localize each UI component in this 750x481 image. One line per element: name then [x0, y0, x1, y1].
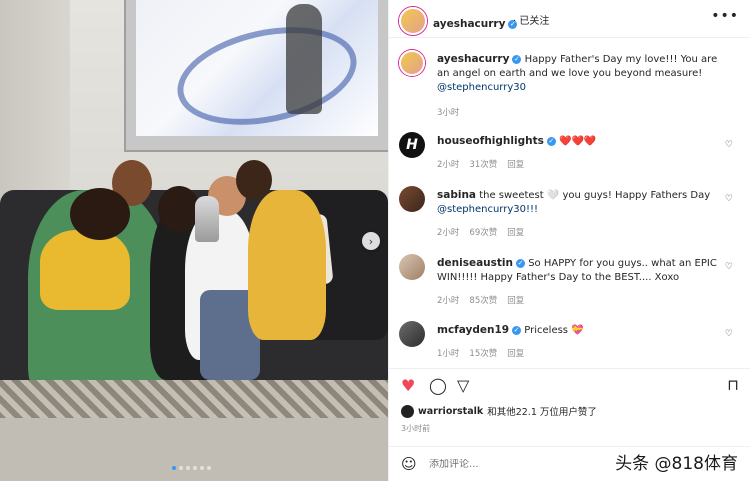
comment-item: mcfayden19 ✓ Priceless 💝 1小时 15次赞 回复 ♡ [399, 321, 743, 361]
action-bar: ♥ ◯ ▽ ⊓ [389, 368, 750, 398]
avatar [401, 404, 414, 418]
carousel-dot [207, 466, 211, 470]
comment-username[interactable]: houseofhighlights [437, 135, 544, 147]
comment-time: 2小时 [437, 296, 460, 306]
framed-artwork [124, 0, 388, 152]
rug [0, 380, 388, 420]
comment-likes[interactable]: 85次赞 [469, 294, 497, 306]
likes-user[interactable]: warriorstalk [418, 406, 483, 417]
caption-mention[interactable]: @stephencurry30 [437, 82, 526, 93]
reply-button[interactable]: 回复 [507, 347, 524, 359]
likes-summary[interactable]: warriorstalk 和其他22.1 万位用户赞了 [401, 404, 597, 418]
follow-status[interactable]: · 已关注 [513, 12, 549, 27]
likes-text: 和其他22.1 万位用户赞了 [487, 407, 597, 418]
person-girl-yellow-head [236, 160, 272, 200]
reply-button[interactable]: 回复 [507, 158, 524, 170]
comment-meta: 2小时 85次赞 回复 [437, 294, 524, 306]
comment-username[interactable]: mcfayden19 [437, 324, 509, 336]
comment-item: sabina the sweetest 🤍 you guys! Happy Fa… [399, 186, 743, 242]
bookmark-icon[interactable]: ⊓ [727, 376, 739, 394]
avatar[interactable] [399, 321, 425, 347]
post-header: ayeshacurry ✓ · 已关注 ••• [389, 0, 750, 38]
person-girl-yellow [248, 190, 326, 340]
avatar[interactable] [399, 254, 425, 280]
avatar[interactable] [399, 7, 427, 35]
next-photo-button[interactable]: › [362, 232, 380, 250]
avatar-letter: H [406, 137, 418, 153]
artwork-canvas [136, 0, 378, 140]
comment-item: deniseaustin ✓ So HAPPY for you guys.. wh… [399, 254, 743, 310]
comment-meta: 2小时 31次赞 回复 [437, 158, 524, 170]
comment-body: houseofhighlights ✓ ❤️❤️❤️ [437, 134, 727, 149]
caption-time[interactable]: 3小时 [437, 106, 459, 118]
person-child-yellow-head [70, 188, 130, 240]
reply-button[interactable]: 回复 [507, 226, 524, 238]
carousel-dot [179, 466, 183, 470]
artwork-swirl [168, 12, 366, 140]
avatar[interactable] [399, 186, 425, 212]
caption-meta: 3小时 [437, 106, 459, 118]
heart-icon[interactable]: ♡ [725, 329, 733, 339]
comment-likes[interactable]: 69次赞 [469, 226, 497, 238]
carousel-dots [172, 466, 211, 470]
caption-body: ayeshacurry ✓ Happy Father's Day my love!… [437, 52, 727, 95]
heart-icon[interactable]: ♡ [725, 262, 733, 272]
comment-input[interactable] [429, 459, 579, 470]
comment-likes[interactable]: 15次赞 [469, 347, 497, 359]
post-panel: ayeshacurry ✓ · 已关注 ••• ayeshacurry ✓ Happ… [388, 0, 750, 481]
comment-username[interactable]: deniseaustin [437, 257, 513, 269]
post-time: 3小时前 [401, 424, 431, 433]
verified-icon: ✓ [512, 55, 522, 64]
comment-time: 2小时 [437, 160, 460, 170]
comment-body: deniseaustin ✓ So HAPPY for you guys.. wh… [437, 256, 727, 285]
chevron-right-icon: › [368, 234, 374, 248]
comment-text: the sweetest 🤍 you guys! Happy Fathers D… [479, 190, 711, 201]
carousel-dot [200, 466, 204, 470]
heart-icon[interactable]: ♥ [401, 376, 415, 395]
header-username-wrap: ayeshacurry ✓ [433, 12, 518, 31]
comment-item: H houseofhighlights ✓ ❤️❤️❤️ 2小时 31次赞 回复 … [399, 132, 743, 172]
verified-icon: ✓ [512, 326, 522, 335]
caption: ayeshacurry ✓ Happy Father's Day my love!… [399, 50, 743, 120]
follow-status-label: 已关注 [519, 16, 550, 27]
heart-icon[interactable]: ♡ [725, 194, 733, 204]
carousel-dot [172, 466, 176, 470]
watermark: 头条 @818体育 [615, 454, 738, 474]
post-photo[interactable]: › [0, 0, 388, 481]
artwork-player-figure [286, 4, 322, 114]
coffee-table [0, 418, 388, 481]
comment-likes[interactable]: 31次赞 [469, 158, 497, 170]
person-child-yellow [40, 230, 130, 310]
heart-icon[interactable]: ♡ [725, 140, 733, 150]
comment-meta: 1小时 15次赞 回复 [437, 347, 524, 359]
comment-body: mcfayden19 ✓ Priceless 💝 [437, 323, 727, 338]
more-options-icon[interactable]: ••• [711, 8, 739, 24]
verified-icon: ✓ [516, 259, 525, 268]
comment-meta: 2小时 69次赞 回复 [437, 226, 524, 238]
comment-mention[interactable]: @stephencurry30!!! [437, 204, 538, 215]
avatar[interactable]: H [399, 132, 425, 158]
header-username[interactable]: ayeshacurry [433, 18, 505, 30]
comment-icon[interactable]: ◯ [429, 376, 447, 395]
share-icon[interactable]: ▽ [457, 376, 469, 395]
emoji-icon[interactable]: ☺ [401, 455, 417, 473]
reply-button[interactable]: 回复 [507, 294, 524, 306]
comment-time: 2小时 [437, 228, 460, 238]
comment-body: sabina the sweetest 🤍 you guys! Happy Fa… [437, 188, 727, 217]
carousel-dot [186, 466, 190, 470]
trophy [195, 196, 219, 242]
caption-username[interactable]: ayeshacurry [437, 53, 509, 65]
carousel-dot [193, 466, 197, 470]
comment-text: ❤️❤️❤️ [559, 136, 597, 147]
avatar[interactable] [399, 50, 425, 76]
comment-text: Priceless 💝 [524, 325, 584, 336]
comment-time: 1小时 [437, 349, 460, 359]
comment-username[interactable]: sabina [437, 189, 476, 201]
verified-icon: ✓ [546, 137, 556, 146]
